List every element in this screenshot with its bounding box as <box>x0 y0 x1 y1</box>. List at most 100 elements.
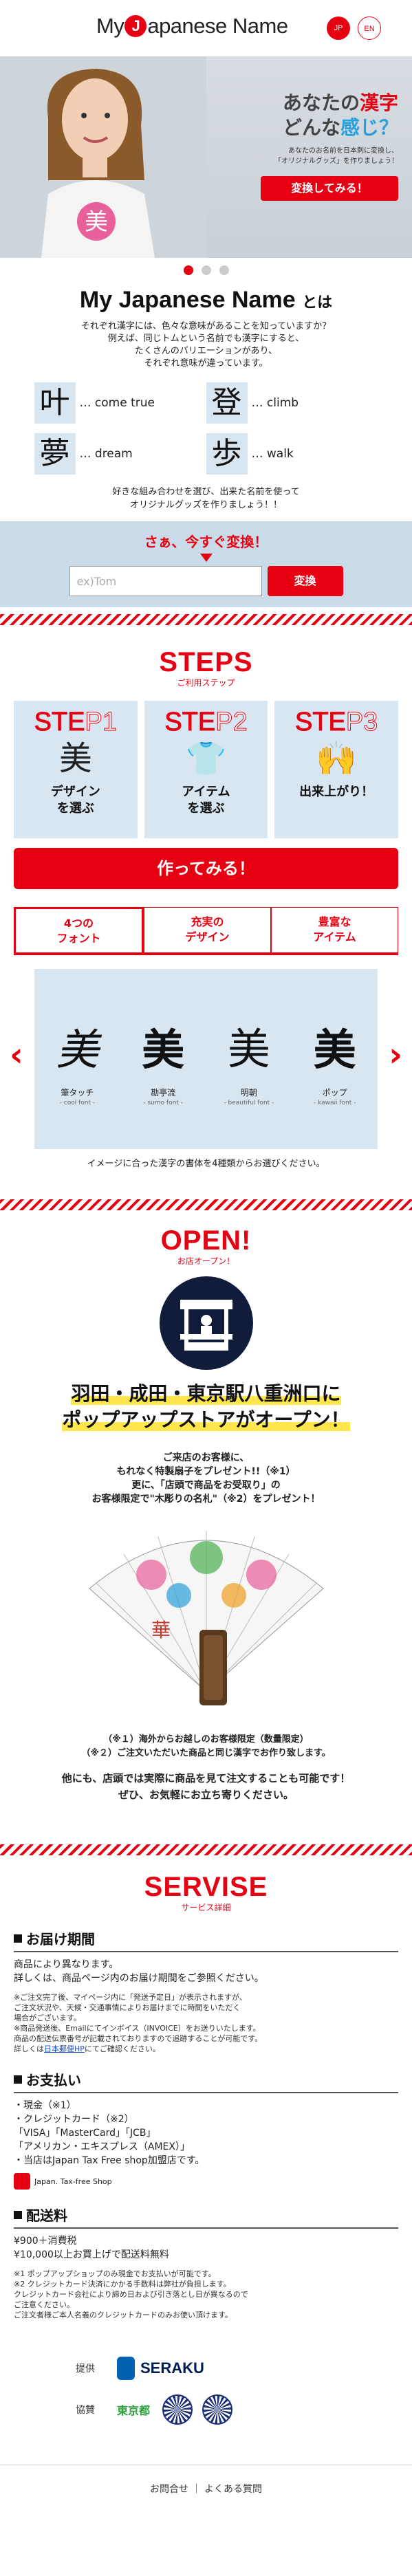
steps-section: STEPS ご利用ステップ STEP1 美 デザイン を選ぶ STEP2 👕 アイ… <box>0 614 412 889</box>
feature-tabs: 4つのフォント 充実の デザイン 豊富な アイテム <box>14 907 398 955</box>
shipping-line: ¥10,000以上お買上げで配送料無料 <box>14 2249 169 2260</box>
logo-j-icon: J <box>124 15 147 37</box>
intro-line: たくさんのバリエーションがあり、 <box>134 346 278 356</box>
font-item[interactable]: 美 明朝 - beautiful font - <box>218 1019 280 1106</box>
steps-heading: STEPS ご利用ステップ <box>0 647 412 688</box>
intro-text: それぞれ漢字には、色々な意味があることを知っていますか？ 例えば、同じトムという… <box>0 320 412 370</box>
font-item[interactable]: 美 勘亭流 - sumo font - <box>132 1019 194 1106</box>
shipping-note: ご注文者様ご本人名義のクレジットカードのみお使い頂けます。 <box>14 2311 232 2320</box>
font-name: 明朝 <box>240 1087 257 1098</box>
hero-title-part2: どんな <box>282 116 340 139</box>
carousel-dot-3[interactable] <box>219 265 229 275</box>
hero-title-part1: あなたの <box>282 91 360 114</box>
open-heading-en: OPEN! <box>160 1225 252 1256</box>
step-label-a: STE <box>294 708 346 737</box>
japan-post-link[interactable]: 日本郵便HP <box>44 2044 85 2053</box>
step-3-card: STEP3 🙌 出来上がり！ <box>274 701 399 838</box>
open-section: OPEN! お店オープン！ 羽田・成田・東京駅八重洲口に ポップアップストアがオ… <box>0 1199 412 1803</box>
steps-heading-en: STEPS <box>159 647 253 677</box>
tab-line2: デザイン <box>185 930 230 943</box>
seraku-logo[interactable]: SERAKU <box>117 2357 204 2380</box>
delivery-title: お届け期間 <box>26 1931 95 1947</box>
tab-line1: 4つの <box>63 917 94 930</box>
square-bullet-icon <box>14 2210 22 2219</box>
shipping-line: ¥900＋消費税 <box>14 2236 77 2247</box>
delivery-notes: ※ご注文完了後、マイページ内に「発送予定日」が表示されますが、 ご注文状況や、天… <box>14 1992 398 2054</box>
contact-link[interactable]: お問合せ <box>150 2484 188 2495</box>
square-bullet-icon <box>14 2075 22 2084</box>
tab-designs[interactable]: 充実の デザイン <box>144 907 271 952</box>
provided-label: 提供 <box>76 2364 95 2375</box>
lang-jp-button[interactable]: JP <box>327 17 350 40</box>
hero-title-part3: ？ <box>378 116 398 139</box>
open-note: 他にも、店頭では実際に商品を見て注文することも可能です！ ぜひ、お気軽にお立ち寄… <box>0 1770 412 1803</box>
hero-model-image: 美 <box>0 56 206 258</box>
seraku-name: SERAKU <box>140 2359 204 2377</box>
tab-fonts[interactable]: 4つのフォント <box>14 907 144 952</box>
site-logo[interactable]: My J apanese Name <box>96 14 288 39</box>
step-text-2: を選ぶ <box>56 801 94 816</box>
open-text-line: 更に、「店頭で商品をお受取り」の <box>131 1480 281 1491</box>
font-glyph: 美 <box>56 1024 99 1075</box>
payment-line: 「アメリカン・エキスプレス（AMEX）」 <box>14 2141 190 2152</box>
payment-title: お支払い <box>26 2072 81 2088</box>
tax-free-text: Japan. Tax-free Shop <box>34 2176 112 2186</box>
step-label-b: P1 <box>85 708 118 737</box>
step-label: STEP3 <box>274 708 398 737</box>
delivery-note: ※商品発送後、Emailにてインボイス（INVOICE）をお送りいたします。 <box>14 2024 261 2033</box>
stripe-divider <box>0 614 412 625</box>
try-title: さぁ、今すぐ変換！ <box>144 534 268 550</box>
font-panel: 美 筆タッチ - cool font - 美 勘亭流 - sumo font -… <box>34 969 378 1149</box>
hero-banner[interactable]: 美 あなたの漢字 どんな感じ？ あなたのお名前を日本刺に変換し、 「オリジナルグ… <box>0 56 412 258</box>
logo-text-post: apanese Name <box>147 14 288 38</box>
open-title-1: 羽田・成田・東京駅八重洲口に <box>71 1382 341 1405</box>
payment-heading: お支払い <box>14 2069 398 2093</box>
delivery-note: にてご確認ください。 <box>84 2044 160 2053</box>
step-label: STEP1 <box>14 708 138 737</box>
delivery-body: 商品により異なります。 詳しくは、商品ページ内のお届け期間をご参照ください。 <box>14 1958 398 1985</box>
payment-block: お支払い ・現金（※1） ・クレジットカード（※2） 「VISA」「Master… <box>0 2069 412 2190</box>
chevron-right-icon[interactable]: › <box>389 1038 402 1072</box>
shipping-note: ※1 ポップアップショップのみ現金でお支払いが可能です。 <box>14 2269 216 2278</box>
payment-line: ・当店はJapan Tax Free shop加盟店です。 <box>14 2155 205 2166</box>
font-item[interactable]: 美 ポップ - kawaii font - <box>304 1019 366 1106</box>
hero-convert-button[interactable]: 変換してみる！ <box>261 176 398 201</box>
kanji-meaning: … dream <box>79 447 133 461</box>
open-note-line: 他にも、店頭では実際に商品を見て注文することも可能です！ <box>61 1772 351 1784</box>
step-text: アイテム を選ぶ <box>144 784 268 817</box>
step-label-b: P2 <box>215 708 248 737</box>
tab-items[interactable]: 豊富な アイテム <box>271 907 398 952</box>
tab-line2: フォント <box>56 932 101 945</box>
carousel-dot-2[interactable] <box>201 265 211 275</box>
shirt-kanji: 美 <box>85 208 108 236</box>
kanji-meaning: … walk <box>251 447 294 461</box>
faq-link[interactable]: よくある質問 <box>204 2484 262 2495</box>
open-title: 羽田・成田・東京駅八重洲口に ポップアップストアがオープン！ <box>0 1381 412 1433</box>
steps-heading-jp: ご利用ステップ <box>177 678 235 688</box>
make-button[interactable]: 作ってみる！ <box>14 848 398 889</box>
seraku-mark-icon <box>117 2357 135 2380</box>
convert-button[interactable]: 変換 <box>267 566 343 596</box>
shop-stall-icon <box>159 1276 253 1370</box>
try-form: ex)Tom 変換 <box>0 566 412 596</box>
open-heading-jp: お店オープン！ <box>177 1256 235 1266</box>
shipping-block: 配送料 ¥900＋消費税 ¥10,000以上お買上げで配送料無料 ※1 ポップア… <box>0 2205 412 2320</box>
square-bullet-icon <box>14 1934 22 1943</box>
font-name: ポップ <box>322 1087 347 1098</box>
carousel-dot-1[interactable] <box>183 265 193 275</box>
font-item[interactable]: 美 筆タッチ - cool font - <box>46 1019 108 1106</box>
kanji-example: 叶 … come true <box>34 382 206 424</box>
intro-line2: オリジナルグッズを作りましょう！！ <box>129 500 282 510</box>
delivery-note: ※ご注文完了後、マイページ内に「発送予定日」が表示されますが、 <box>14 1993 247 2002</box>
tax-free-icon <box>14 2173 30 2190</box>
kanji-examples: 叶 … come true 登 … climb 夢 … dream 歩 … wa… <box>34 382 378 474</box>
delivery-note: 商品の配送伝票番号が記載されておりますので追跡することが可能です。 <box>14 2034 263 2043</box>
lang-en-button[interactable]: EN <box>358 17 381 40</box>
hero-title: あなたの漢字 どんな感じ？ <box>192 91 398 140</box>
delivery-line: 詳しくは、商品ページ内のお届け期間をご参照ください。 <box>14 1973 264 1984</box>
intro-title-main: My Japanese Name <box>79 287 296 313</box>
intro-title: My Japanese Name とは <box>0 287 412 314</box>
delivery-note: ご注文状況や、天候・交通事情によりお届けまでに時間をいただく <box>14 2003 241 2012</box>
name-input[interactable]: ex)Tom <box>69 566 262 596</box>
chevron-left-icon[interactable]: ‹ <box>10 1038 23 1072</box>
